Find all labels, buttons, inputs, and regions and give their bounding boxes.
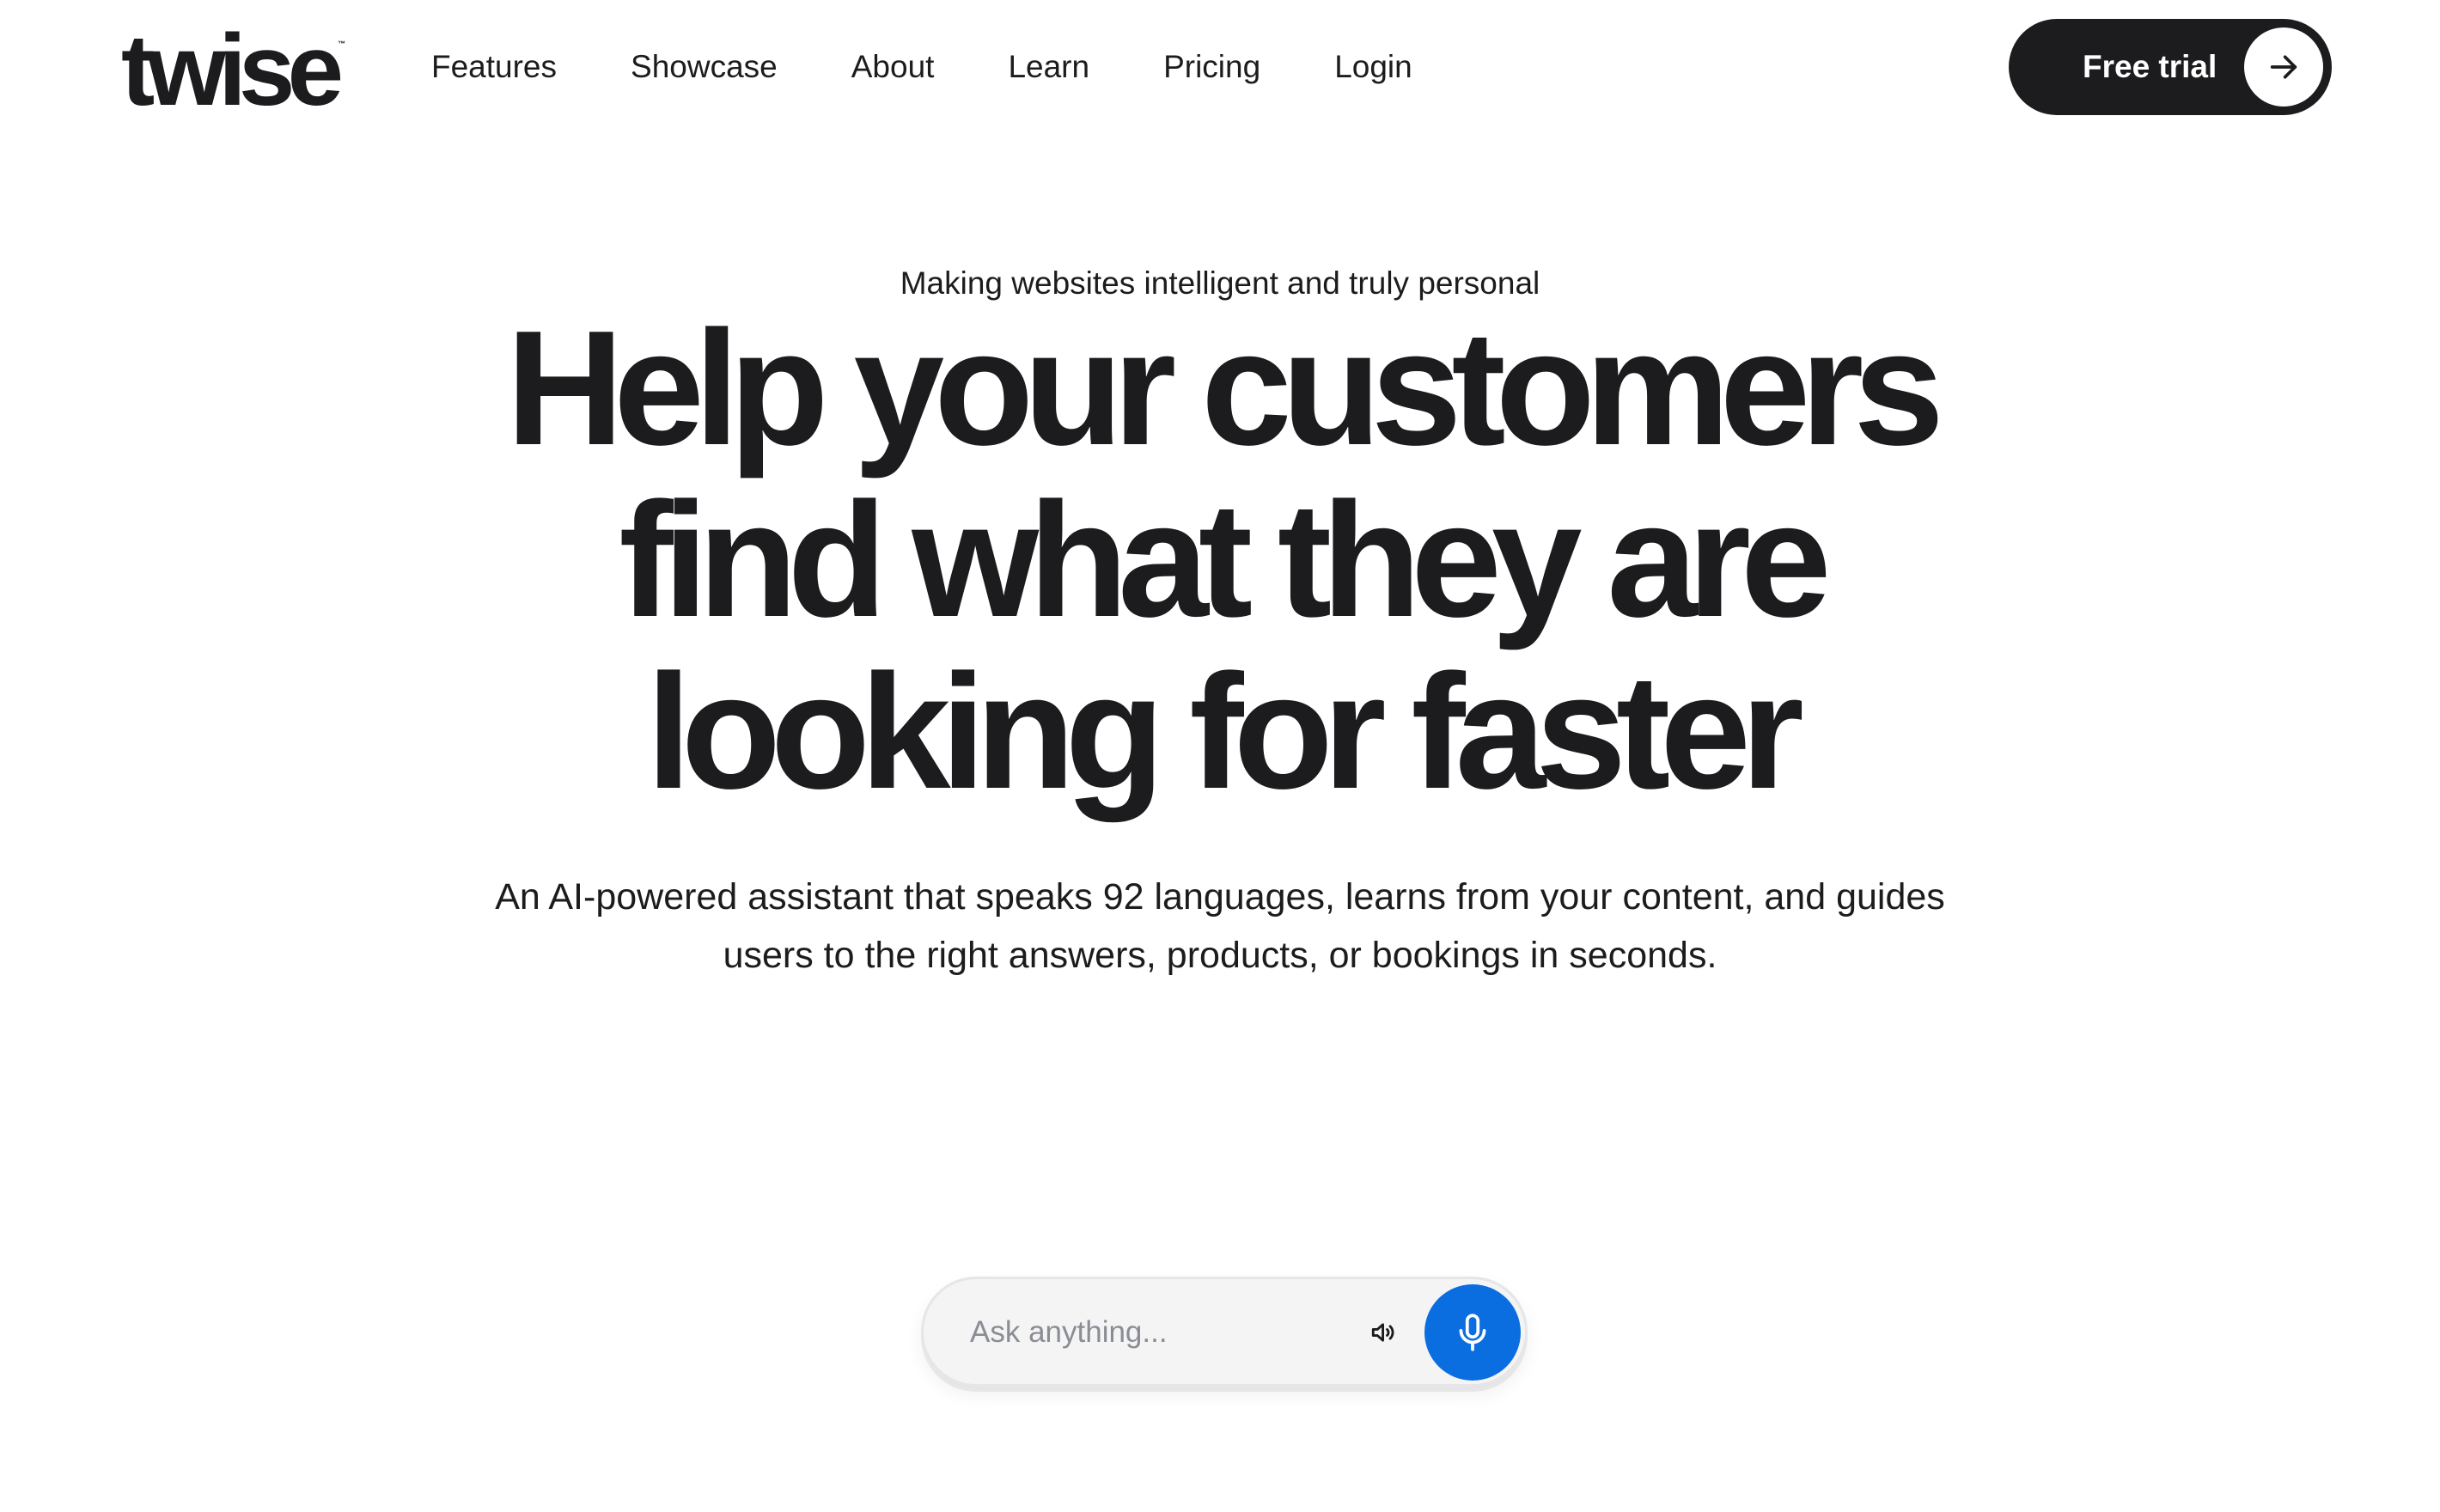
description-line: users to the right answers, products, or… (723, 935, 1717, 976)
headline-line: looking for faster (646, 641, 1804, 823)
logo-wordmark: twise (121, 14, 344, 127)
free-trial-label: Free trial (2083, 49, 2217, 84)
twise-logo[interactable]: twise ™ (121, 10, 345, 131)
hero-description: An AI-powered assistant that speaks 92 l… (0, 868, 2440, 985)
nav-item-features[interactable]: Features (431, 43, 557, 91)
ask-bar (921, 1277, 1528, 1387)
ask-input[interactable] (970, 1296, 1348, 1369)
headline-line: find what they are (619, 469, 1831, 651)
nav-item-learn[interactable]: Learn (1008, 43, 1089, 91)
nav-item-about[interactable]: About (851, 43, 935, 91)
logo-trademark: ™ (338, 40, 346, 48)
nav-item-pricing[interactable]: Pricing (1163, 43, 1260, 91)
hero-headline: Help your customers find what they are l… (0, 302, 2440, 818)
speaker-button[interactable] (1357, 1305, 1412, 1360)
site-header: twise ™ Features Showcase About Learn Pr… (0, 0, 2440, 134)
headline-line: Help your customers (506, 297, 1944, 479)
microphone-button[interactable] (1424, 1284, 1521, 1381)
free-trial-button[interactable]: Free trial (2009, 19, 2332, 115)
microphone-icon (1451, 1311, 1494, 1354)
main-nav: Features Showcase About Learn Pricing Lo… (431, 43, 1412, 91)
nav-item-showcase[interactable]: Showcase (631, 43, 778, 91)
description-line: An AI-powered assistant that speaks 92 l… (495, 876, 1945, 918)
nav-item-login[interactable]: Login (1334, 43, 1412, 91)
speaker-icon (1369, 1318, 1399, 1347)
arrow-right-icon (2244, 27, 2323, 107)
